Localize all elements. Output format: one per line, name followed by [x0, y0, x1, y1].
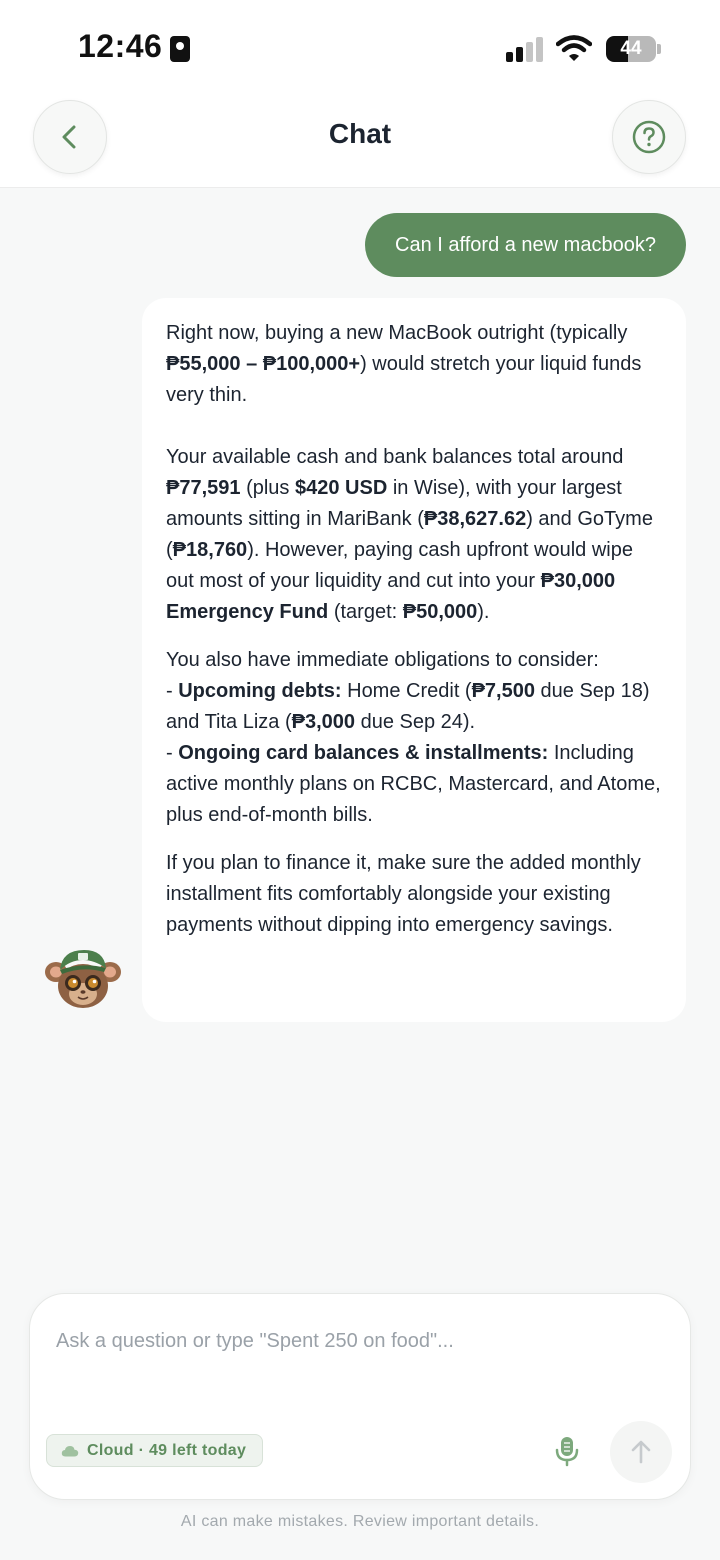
assistant-paragraph: If you plan to finance it, make sure the…: [166, 852, 641, 936]
cloud-icon: [61, 1445, 79, 1456]
microphone-icon[interactable]: [550, 1434, 584, 1468]
cloud-quota-badge[interactable]: Cloud · 49 left today: [46, 1434, 264, 1467]
help-button[interactable]: [612, 100, 686, 174]
status-bar: 12:46 44: [0, 0, 720, 96]
status-time: 12:46: [78, 28, 163, 64]
signal-icon: [506, 36, 546, 62]
question-circle-icon: [632, 120, 666, 154]
send-button[interactable]: [610, 1421, 672, 1483]
wifi-icon: [556, 35, 592, 61]
contact-card-icon: [170, 36, 190, 62]
user-message-bubble: Can I afford a new macbook?: [365, 213, 686, 277]
assistant-paragraph: Your available cash and bank balances to…: [166, 446, 653, 623]
assistant-message-bubble: Right now, buying a new MacBook outright…: [142, 298, 686, 1022]
assistant-paragraph: You also have immediate obligations to c…: [166, 649, 661, 826]
chat-header: Chat: [0, 96, 720, 188]
message-input[interactable]: [56, 1324, 666, 1358]
assistant-paragraph: Right now, buying a new MacBook outright…: [166, 322, 642, 406]
battery-tip: [657, 44, 661, 54]
battery-percentage: 44: [620, 38, 642, 59]
ai-disclaimer: AI can make mistakes. Review important d…: [180, 1513, 540, 1530]
battery-icon: 44: [606, 36, 656, 62]
message-composer: Cloud · 49 left today: [29, 1293, 691, 1500]
cloud-quota-text: Cloud · 49 left today: [87, 1441, 247, 1459]
arrow-up-icon: [631, 1440, 651, 1464]
assistant-avatar: [45, 950, 121, 1008]
